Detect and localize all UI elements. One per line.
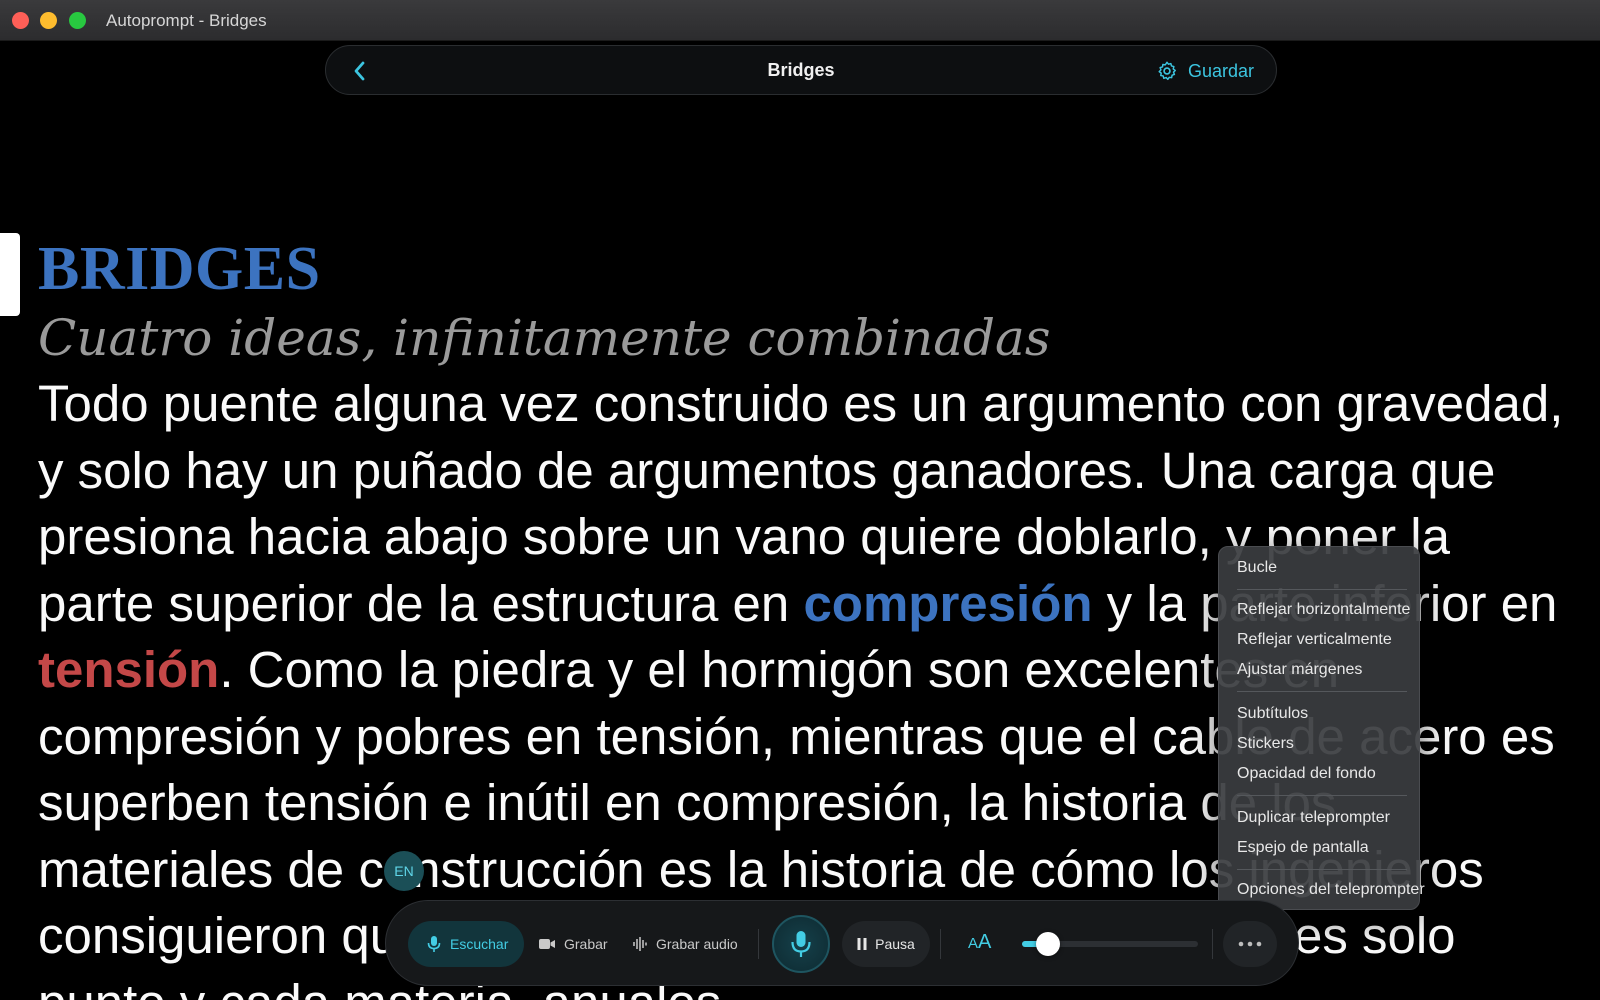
more-options-menu: Bucle Reflejar horizontalmente Reflejar … (1218, 546, 1425, 910)
font-size-button[interactable]: AA (968, 931, 991, 954)
menu-item-stickers[interactable]: Stickers (1237, 735, 1294, 753)
menu-item-adjust-margins[interactable]: Ajustar márgenes (1237, 661, 1362, 679)
record-audio-label: Grabar audio (656, 936, 738, 952)
menu-item-teleprompter-options[interactable]: Opciones del teleprompter (1237, 881, 1425, 899)
menu-separator (1237, 795, 1407, 796)
divider (758, 929, 759, 959)
close-window-button[interactable] (12, 12, 29, 29)
language-badge[interactable]: EN (384, 851, 424, 891)
save-button-label: Guardar (1187, 60, 1254, 81)
gear-icon (1158, 61, 1176, 81)
listen-button[interactable]: Escuchar (408, 921, 524, 967)
divider (940, 929, 941, 959)
save-button[interactable]: Guardar (1156, 58, 1254, 84)
record-video-button[interactable]: Grabar (538, 921, 608, 967)
microphone-icon (427, 936, 441, 952)
script-subheading: Cuatro ideas, infinitamente combinadas (38, 309, 1051, 367)
maximize-window-button[interactable] (69, 12, 86, 29)
menu-separator (1237, 589, 1407, 590)
listen-button-label: Escuchar (450, 936, 509, 952)
microphone-icon (791, 931, 811, 957)
pause-button-label: Pausa (875, 936, 915, 952)
menu-item-mirror-horizontal[interactable]: Reflejar horizontalmente (1237, 601, 1410, 619)
menu-item-loop[interactable]: Bucle (1237, 559, 1277, 577)
record-video-label: Grabar (564, 936, 608, 952)
document-title: Bridges (767, 60, 835, 80)
reading-position-marker[interactable] (0, 233, 20, 316)
menu-item-screen-mirror[interactable]: Espejo de pantalla (1237, 839, 1369, 857)
main-microphone-button[interactable] (772, 915, 830, 973)
menu-separator (1237, 691, 1407, 692)
highlight-tension: tensión (38, 641, 220, 698)
menu-item-duplicate-teleprompter[interactable]: Duplicar teleprompter (1237, 809, 1390, 827)
speed-slider-thumb[interactable] (1036, 932, 1061, 956)
minimize-window-button[interactable] (40, 12, 57, 29)
waveform-icon (633, 937, 647, 951)
video-camera-icon (539, 939, 555, 949)
top-nav-bar: Bridges Guardar (325, 45, 1277, 95)
pause-button[interactable]: Pausa (842, 921, 930, 967)
playback-control-bar: Escuchar Grabar Grabar audio Pausa AA (385, 900, 1299, 986)
script-heading: BRIDGES (38, 235, 321, 303)
more-options-button[interactable] (1223, 921, 1277, 967)
font-size-large-glyph: A (978, 931, 992, 953)
highlight-compression: compresión (803, 574, 1093, 632)
menu-separator (1237, 869, 1407, 870)
window-titlebar: Autoprompt - Bridges (0, 0, 1600, 41)
menu-item-mirror-vertical[interactable]: Reflejar verticalmente (1237, 631, 1392, 649)
ellipsis-icon (1238, 941, 1262, 947)
divider (1212, 929, 1213, 959)
window-title: Autoprompt - Bridges (106, 11, 267, 30)
menu-item-background-opacity[interactable]: Opacidad del fondo (1237, 765, 1376, 783)
font-size-small-glyph: A (968, 935, 979, 952)
pause-icon (857, 938, 867, 950)
menu-item-subtitles[interactable]: Subtítulos (1237, 705, 1308, 723)
record-audio-button[interactable]: Grabar audio (632, 921, 738, 967)
